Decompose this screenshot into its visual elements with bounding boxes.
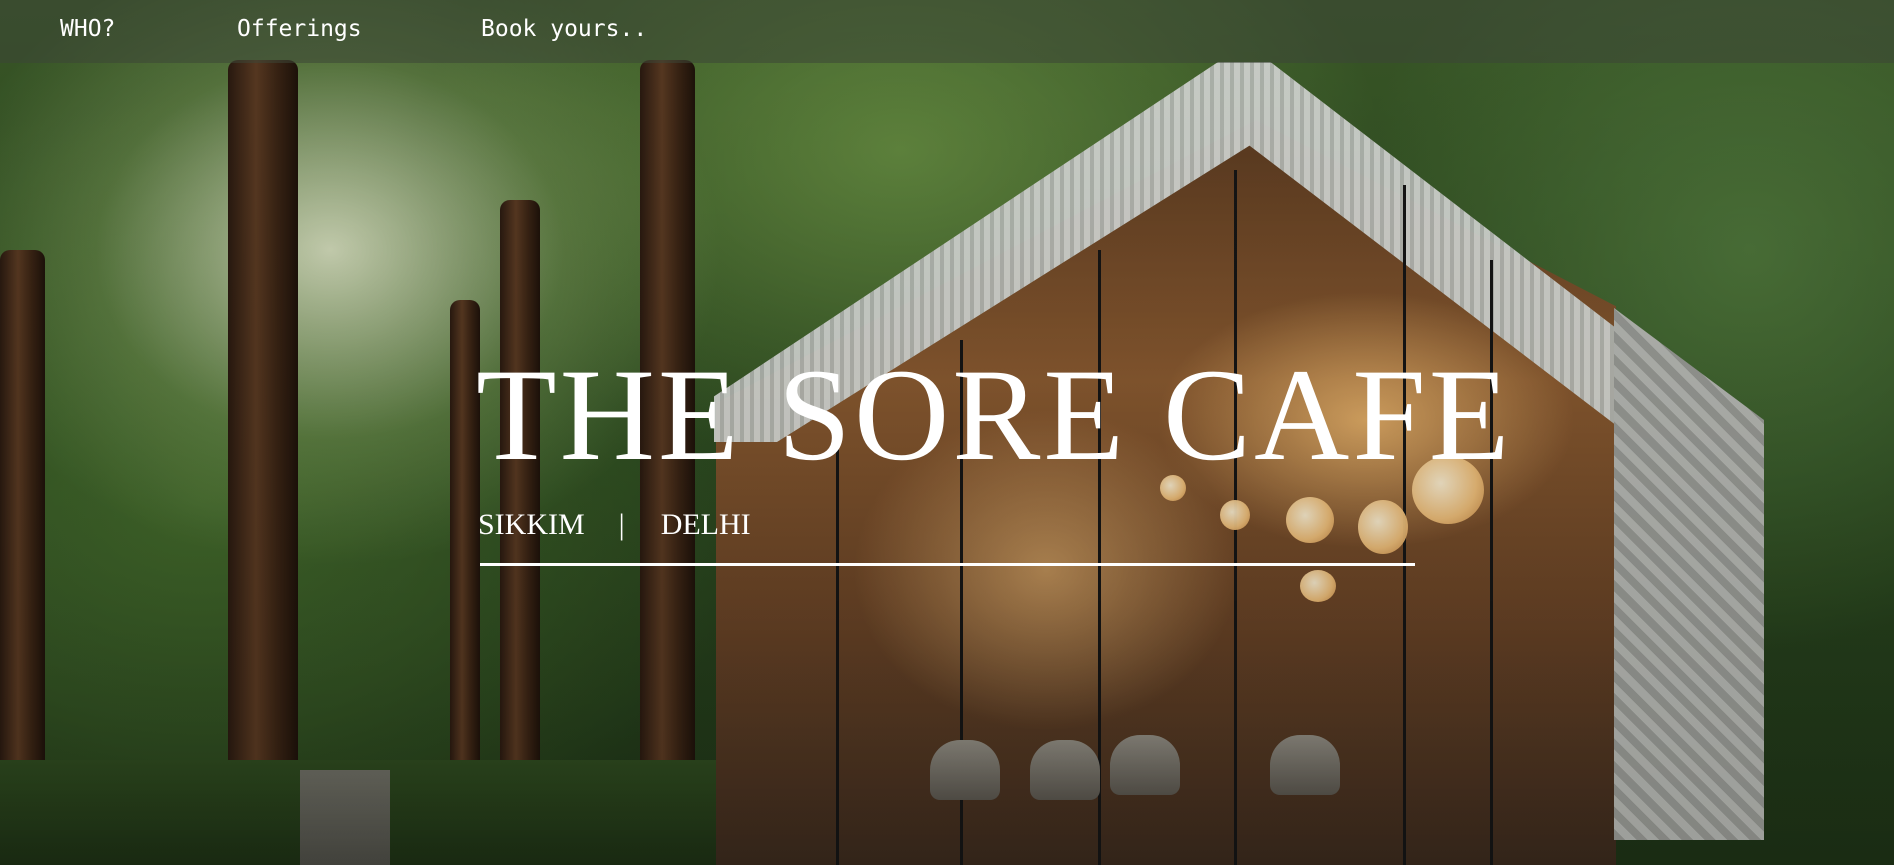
nav-link-book[interactable]: Book yours.. bbox=[481, 16, 647, 42]
location-sikkim[interactable]: SIKKIM bbox=[478, 508, 585, 542]
nav-link-offerings[interactable]: Offerings bbox=[237, 16, 362, 42]
location-list: SIKKIM | DELHI bbox=[478, 508, 751, 542]
location-separator: | bbox=[618, 508, 625, 541]
nav-link-who[interactable]: WHO? bbox=[60, 16, 115, 42]
hero-title: THE SORE CAFE bbox=[476, 341, 1513, 488]
location-delhi[interactable]: DELHI bbox=[661, 508, 751, 542]
top-navigation-bar: WHO? Offerings Book yours.. bbox=[0, 0, 1894, 63]
title-underline bbox=[480, 563, 1415, 566]
